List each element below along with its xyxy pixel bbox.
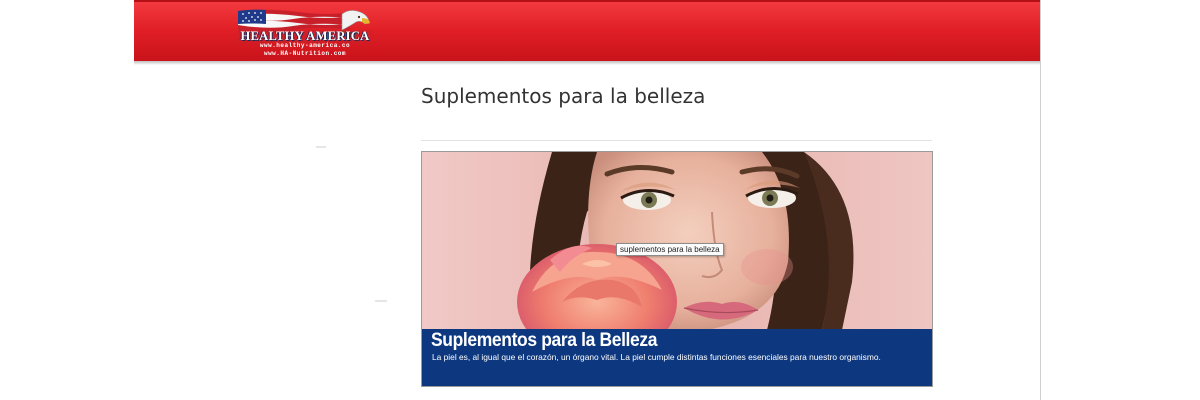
artifact bbox=[375, 300, 387, 302]
site-logo[interactable]: HEALTHY AMERICA www.healthy-america.co w… bbox=[238, 8, 372, 58]
header-shadow bbox=[134, 61, 1040, 65]
page-title: Suplementos para la belleza bbox=[421, 84, 706, 108]
title-divider bbox=[421, 140, 932, 141]
banner-description: La piel es, al igual que el corazón, un … bbox=[432, 352, 881, 362]
beauty-banner[interactable]: suplementos para la belleza Suplementos … bbox=[421, 151, 933, 387]
image-tooltip: suplementos para la belleza bbox=[616, 243, 724, 256]
banner-title: Suplementos para la Belleza bbox=[431, 330, 658, 351]
artifact bbox=[316, 146, 326, 148]
banner-caption: Suplementos para la Belleza La piel es, … bbox=[422, 329, 932, 386]
logo-url-secondary: www.HA-Nutrition.com bbox=[263, 50, 346, 57]
logo-url-primary: www.healthy-america.co bbox=[259, 42, 351, 49]
page-border bbox=[1040, 0, 1041, 400]
